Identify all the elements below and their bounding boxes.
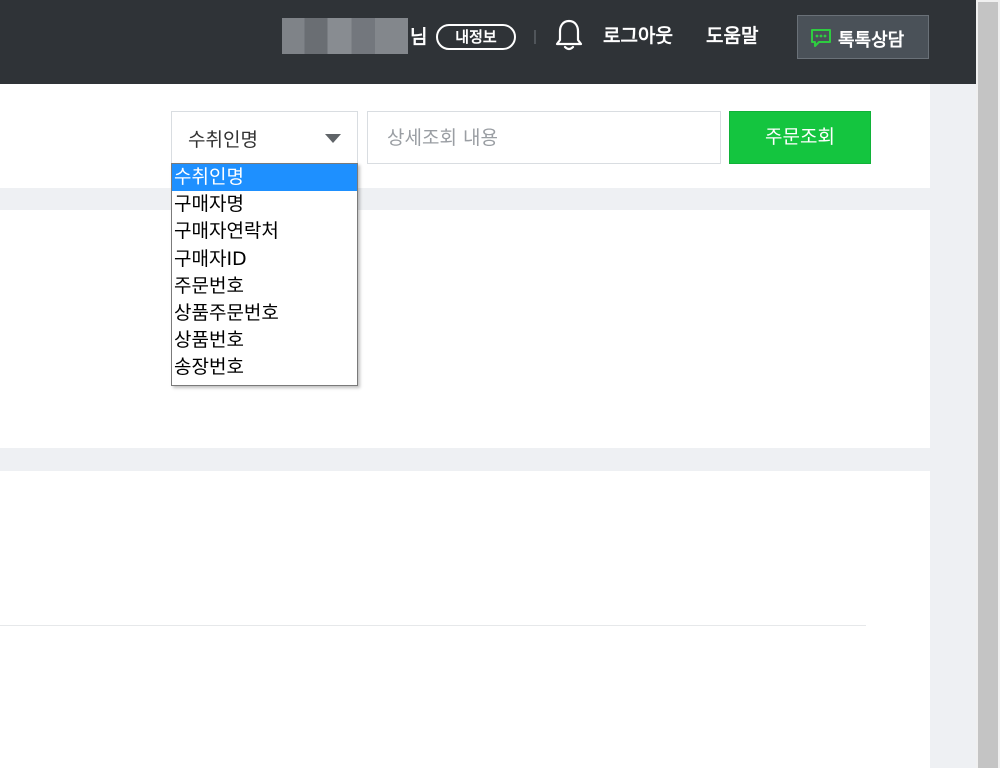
search-detail-input[interactable] xyxy=(367,111,721,164)
results-panel xyxy=(0,471,930,768)
dropdown-option-buyer-contact[interactable]: 구매자연락처 xyxy=(172,218,357,245)
help-link[interactable]: 도움말 xyxy=(706,21,758,48)
divider xyxy=(0,625,866,626)
search-field-select[interactable]: 수취인명 xyxy=(171,111,358,164)
search-field-dropdown: 수취인명 구매자명 구매자연락처 구매자ID 주문번호 상품주문번호 상품번호 … xyxy=(171,163,358,386)
dropdown-option-recipient-name[interactable]: 수취인명 xyxy=(172,164,357,192)
talktalk-button[interactable]: 톡톡상담 xyxy=(797,15,929,59)
dropdown-option-order-number[interactable]: 주문번호 xyxy=(172,273,357,300)
chat-icon xyxy=(811,29,831,47)
dropdown-option-invoice-number[interactable]: 송장번호 xyxy=(172,354,357,381)
caret-down-icon xyxy=(325,134,341,143)
dropdown-option-buyer-id[interactable]: 구매자ID xyxy=(172,246,357,273)
username-blurred xyxy=(282,18,408,54)
logout-link[interactable]: 로그아웃 xyxy=(603,21,673,48)
select-value: 수취인명 xyxy=(188,129,258,151)
talktalk-label: 톡톡상담 xyxy=(838,30,905,51)
bell-icon[interactable] xyxy=(554,18,584,52)
dropdown-option-product-number[interactable]: 상품번호 xyxy=(172,327,357,354)
header-divider xyxy=(534,30,536,44)
scrollbar-thumb[interactable] xyxy=(978,2,998,768)
dropdown-option-product-order-number[interactable]: 상품주문번호 xyxy=(172,300,357,327)
dropdown-option-buyer-name[interactable]: 구매자명 xyxy=(172,191,357,218)
honorific-label: 님 xyxy=(410,26,428,48)
content-panel xyxy=(0,210,930,448)
order-search-button[interactable]: 주문조회 xyxy=(729,111,871,164)
my-info-button[interactable]: 내정보 xyxy=(436,24,516,50)
